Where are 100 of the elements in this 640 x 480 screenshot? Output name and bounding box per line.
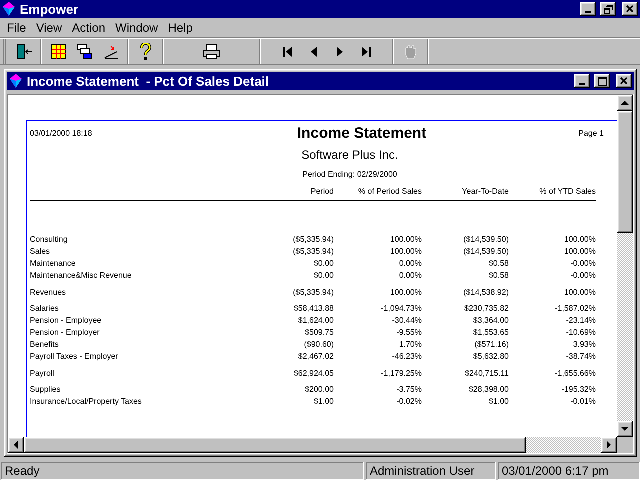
amount-cell-text: 1.70% xyxy=(398,340,422,348)
amount-cell-text: -30.44% xyxy=(391,316,422,324)
up-arrow-icon xyxy=(621,99,629,107)
menu-item[interactable]: View xyxy=(31,20,68,34)
amount-cell-text: ($14,539.50) xyxy=(462,246,509,256)
cascade-windows-icon xyxy=(77,44,93,60)
app-logo-icon xyxy=(9,73,23,89)
amount-cell-text: $58,413.88 xyxy=(292,304,334,312)
door-exit-icon xyxy=(15,42,33,60)
amount-cell-text: -0.01% xyxy=(570,396,596,406)
period-ending: Period Ending: 02/29/2000 xyxy=(302,170,398,179)
app-logo-icon xyxy=(2,1,16,17)
amount-cell-text: -1,587.02% xyxy=(554,304,596,312)
total-label: Revenues xyxy=(30,288,68,296)
amount-cell-text: ($14,539.50) xyxy=(462,234,509,244)
amount-cell-text: -38.74% xyxy=(565,352,596,360)
amount-cell-text: $230,735.82 xyxy=(464,304,509,312)
amount-cell-text: ($5,335.94) xyxy=(292,234,334,244)
amount-cell-text: -195.32% xyxy=(560,384,596,394)
account-label: Maintenance xyxy=(30,258,77,268)
total-label: Payroll xyxy=(30,368,56,378)
first-page-icon xyxy=(282,46,294,58)
amount-cell-text: -0.00% xyxy=(570,258,596,268)
company-name: Software Plus Inc. xyxy=(300,148,400,162)
close-icon xyxy=(620,77,628,85)
amount-cell-text: ($14,538.92) xyxy=(462,288,509,296)
menu-item[interactable]: Action xyxy=(67,20,110,34)
maximize-button[interactable] xyxy=(594,74,610,88)
printer-icon xyxy=(203,44,221,60)
scroll-right-button[interactable] xyxy=(601,437,617,453)
amount-cell-text: $28,398.00 xyxy=(468,384,509,394)
close-button[interactable] xyxy=(622,2,638,16)
account-label: Pension - Employee xyxy=(30,316,103,324)
amount-cell-text: -1,179.25% xyxy=(380,368,422,378)
vertical-scrollbar[interactable] xyxy=(617,95,633,437)
account-label: Pension - Employer xyxy=(30,328,101,336)
right-arrow-icon xyxy=(605,441,613,449)
amount-cell-text: -10.69% xyxy=(565,328,596,336)
toolbar-button[interactable] xyxy=(49,42,69,62)
amount-cell-text: $3,364.00 xyxy=(472,316,509,324)
import-icon xyxy=(103,44,119,60)
amount-cell-text: $509.75 xyxy=(304,328,334,336)
amount-cell-text: ($5,335.94) xyxy=(292,246,334,256)
amount-cell-text: ($5,335.94) xyxy=(292,288,334,296)
column-header: Year-To-Date xyxy=(461,187,509,196)
account-label: Benefits xyxy=(30,340,60,348)
amount-cell-text: -23.14% xyxy=(565,316,596,324)
amount-cell-text: $0.00 xyxy=(312,258,334,268)
account-label: Payroll Taxes - Employer xyxy=(30,352,120,360)
page-number: Page 1 xyxy=(578,129,604,138)
toolbar-button[interactable] xyxy=(75,42,95,62)
account-label: Salaries xyxy=(30,304,60,312)
previous-page-icon xyxy=(309,46,319,58)
amount-cell-text: -9.55% xyxy=(396,328,422,336)
restore-icon xyxy=(604,4,612,14)
amount-cell-text: $62,924.05 xyxy=(292,368,334,378)
amount-cell-text: -1,094.73% xyxy=(380,304,422,312)
restore-button[interactable] xyxy=(600,2,616,16)
scroll-down-button[interactable] xyxy=(617,421,633,437)
toolbar-button[interactable] xyxy=(202,42,222,62)
app-title: Empower xyxy=(20,2,80,16)
left-arrow-icon xyxy=(12,441,20,449)
scroll-up-button[interactable] xyxy=(617,95,633,111)
amount-cell-text: 0.00% xyxy=(398,270,422,280)
amount-cell-text: 100.00% xyxy=(389,246,422,256)
status-pane: 03/01/2000 6:17 pm xyxy=(498,462,640,480)
status-pane: Ready xyxy=(1,462,364,480)
column-header: % of Period Sales xyxy=(357,187,422,196)
amount-cell-text: $240,715.11 xyxy=(464,368,509,378)
grid-icon xyxy=(51,44,67,60)
amount-cell-text: -1,655.66% xyxy=(554,368,596,378)
maximize-icon xyxy=(598,76,606,86)
amount-cell-text: $200.00 xyxy=(304,384,334,394)
amount-cell-text: -46.23% xyxy=(391,352,422,360)
menu-item[interactable]: Help xyxy=(163,20,198,34)
amount-cell-text: -0.00% xyxy=(570,270,596,280)
scroll-thumb[interactable] xyxy=(24,437,526,453)
menu-item[interactable]: File xyxy=(2,20,32,34)
report-title: Income Statement xyxy=(296,125,428,142)
last-page-icon xyxy=(360,46,372,58)
amount-cell-text: 100.00% xyxy=(563,234,596,244)
down-arrow-icon xyxy=(621,425,629,433)
amount-cell-text: 0.00% xyxy=(398,258,422,268)
status-pane: Administration User xyxy=(366,462,496,480)
minimize-button[interactable] xyxy=(580,2,596,16)
scroll-thumb[interactable] xyxy=(617,111,633,233)
minimize-button[interactable] xyxy=(574,74,590,88)
close-button[interactable] xyxy=(616,74,632,88)
amount-cell-text: $1,624.00 xyxy=(297,316,334,324)
amount-cell-text: 100.00% xyxy=(389,288,422,296)
account-label: Insurance/Local/Property Taxes xyxy=(30,396,143,406)
amount-cell-text: $1,553.65 xyxy=(472,328,509,336)
next-page-icon xyxy=(335,46,345,58)
account-label: Consulting xyxy=(30,234,69,244)
amount-cell-text: 100.00% xyxy=(563,288,596,296)
amount-cell-text: $5,632.80 xyxy=(472,352,509,360)
horizontal-scrollbar[interactable] xyxy=(8,437,617,453)
account-label: Maintenance&Misc Revenue xyxy=(30,270,133,280)
scroll-left-button[interactable] xyxy=(8,437,24,453)
menu-item[interactable]: Window xyxy=(110,20,164,34)
